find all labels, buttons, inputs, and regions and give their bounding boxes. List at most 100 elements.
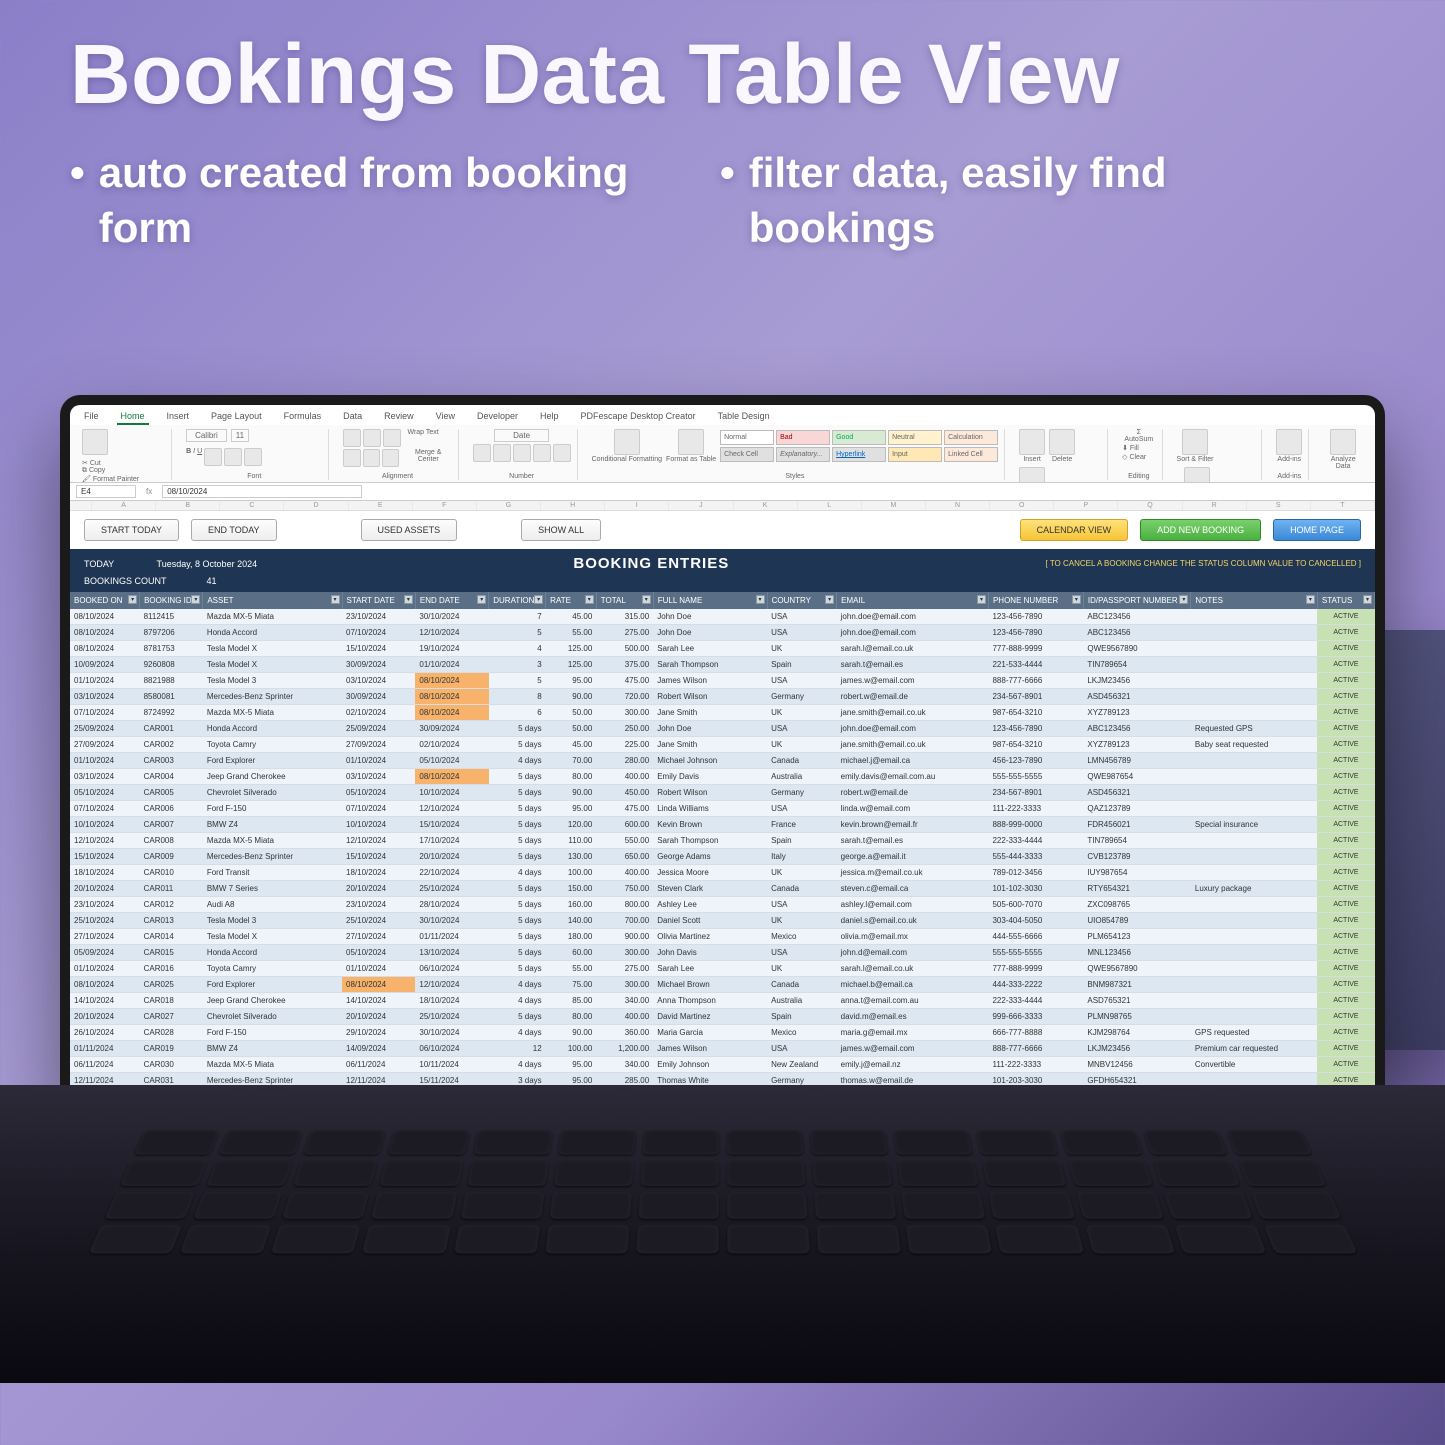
table-cell[interactable]: 90.00 — [546, 689, 597, 705]
column-letter[interactable]: D — [284, 501, 348, 510]
table-cell[interactable]: 101-102-3030 — [988, 881, 1083, 897]
table-cell[interactable]: 456-123-7890 — [988, 753, 1083, 769]
table-cell[interactable]: John Doe — [653, 625, 767, 641]
table-cell[interactable]: Tesla Model X — [203, 657, 342, 673]
find-select-icon[interactable] — [1184, 467, 1210, 483]
table-cell[interactable]: 14/10/2024 — [342, 993, 415, 1009]
table-cell[interactable]: ABC123456 — [1083, 609, 1191, 625]
table-cell[interactable]: CAR013 — [140, 913, 203, 929]
table-cell[interactable]: ACTIVE — [1317, 737, 1374, 753]
table-cell[interactable]: 300.00 — [596, 705, 653, 721]
table-row[interactable]: 27/09/2024CAR002Toyota Camry27/09/202402… — [70, 737, 1375, 753]
table-cell[interactable]: 5 days — [489, 929, 546, 945]
table-cell[interactable]: Jessica Moore — [653, 865, 767, 881]
table-cell[interactable]: 75.00 — [546, 977, 597, 993]
table-cell[interactable]: USA — [767, 721, 837, 737]
table-row[interactable]: 20/10/2024CAR027Chevrolet Silverado20/10… — [70, 1009, 1375, 1025]
filter-dropdown-icon[interactable]: ▾ — [477, 595, 486, 604]
table-cell[interactable]: 08/10/2024 — [415, 769, 488, 785]
table-cell[interactable]: 4 days — [489, 865, 546, 881]
ribbon-tab-insert[interactable]: Insert — [163, 409, 194, 425]
table-cell[interactable]: 08/10/2024 — [70, 609, 140, 625]
table-cell[interactable]: FDR456021 — [1083, 817, 1191, 833]
column-header[interactable]: STATUS▾ — [1317, 592, 1374, 609]
table-cell[interactable]: 8781753 — [140, 641, 203, 657]
table-cell[interactable]: Ford Transit — [203, 865, 342, 881]
table-row[interactable]: 08/10/20248797206Honda Accord07/10/20241… — [70, 625, 1375, 641]
cut-button[interactable]: ✂ Cut — [82, 459, 139, 467]
table-cell[interactable]: ACTIVE — [1317, 833, 1374, 849]
table-cell[interactable]: 250.00 — [596, 721, 653, 737]
table-cell[interactable]: 315.00 — [596, 609, 653, 625]
ribbon-tab-home[interactable]: Home — [117, 409, 149, 425]
table-cell[interactable]: 110.00 — [546, 833, 597, 849]
ribbon-tab-page-layout[interactable]: Page Layout — [207, 409, 266, 425]
table-cell[interactable]: ABC123456 — [1083, 625, 1191, 641]
table-cell[interactable]: 27/10/2024 — [70, 929, 140, 945]
table-cell[interactable]: 17/10/2024 — [415, 833, 488, 849]
table-cell[interactable]: 5 — [489, 625, 546, 641]
column-letter[interactable]: R — [1183, 501, 1247, 510]
table-cell[interactable]: 5 days — [489, 849, 546, 865]
table-cell[interactable]: 555-444-3333 — [988, 849, 1083, 865]
table-cell[interactable]: 27/09/2024 — [342, 737, 415, 753]
column-header[interactable]: BOOKED ON▾ — [70, 592, 140, 609]
column-letter[interactable]: P — [1054, 501, 1118, 510]
table-cell[interactable] — [1191, 609, 1318, 625]
table-cell[interactable]: ACTIVE — [1317, 897, 1374, 913]
table-cell[interactable]: 01/10/2024 — [70, 673, 140, 689]
table-cell[interactable]: olivia.m@email.mx — [837, 929, 989, 945]
table-cell[interactable]: 4 days — [489, 753, 546, 769]
table-cell[interactable]: 5 days — [489, 833, 546, 849]
column-header[interactable]: RATE▾ — [546, 592, 597, 609]
table-cell[interactable]: 15/10/2024 — [415, 817, 488, 833]
table-cell[interactable]: France — [767, 817, 837, 833]
table-cell[interactable]: ACTIVE — [1317, 881, 1374, 897]
column-header[interactable]: ASSET▾ — [203, 592, 342, 609]
table-cell[interactable]: ACTIVE — [1317, 753, 1374, 769]
table-cell[interactable]: 20/10/2024 — [342, 1009, 415, 1025]
table-cell[interactable]: Sarah Thompson — [653, 657, 767, 673]
table-cell[interactable]: ABC123456 — [1083, 721, 1191, 737]
fill-color-icon[interactable] — [224, 448, 242, 466]
table-row[interactable]: 10/10/2024CAR007BMW Z410/10/202415/10/20… — [70, 817, 1375, 833]
table-cell[interactable]: 360.00 — [596, 1025, 653, 1041]
table-cell[interactable]: Luxury package — [1191, 881, 1318, 897]
table-cell[interactable]: Linda Williams — [653, 801, 767, 817]
table-cell[interactable]: UIO854789 — [1083, 913, 1191, 929]
table-cell[interactable] — [1191, 865, 1318, 881]
table-cell[interactable]: Kevin Brown — [653, 817, 767, 833]
table-cell[interactable]: 789-012-3456 — [988, 865, 1083, 881]
table-cell[interactable]: steven.c@email.ca — [837, 881, 989, 897]
column-letter[interactable]: F — [413, 501, 477, 510]
table-cell[interactable]: 234-567-8901 — [988, 689, 1083, 705]
table-cell[interactable]: 5 days — [489, 801, 546, 817]
table-cell[interactable]: 08/10/2024 — [70, 625, 140, 641]
table-cell[interactable]: ACTIVE — [1317, 945, 1374, 961]
table-row[interactable]: 27/10/2024CAR014Tesla Model X27/10/20240… — [70, 929, 1375, 945]
table-cell[interactable]: 444-555-6666 — [988, 929, 1083, 945]
italic-button[interactable]: I — [193, 448, 195, 466]
table-cell[interactable]: TIN789654 — [1083, 657, 1191, 673]
table-cell[interactable]: Mazda MX-5 Miata — [203, 609, 342, 625]
table-row[interactable]: 05/10/2024CAR005Chevrolet Silverado05/10… — [70, 785, 1375, 801]
table-cell[interactable]: Chevrolet Silverado — [203, 1009, 342, 1025]
table-cell[interactable]: 27/09/2024 — [70, 737, 140, 753]
table-cell[interactable]: Germany — [767, 785, 837, 801]
table-cell[interactable]: PLM654123 — [1083, 929, 1191, 945]
comma-icon[interactable] — [513, 444, 531, 462]
table-cell[interactable]: Sarah Thompson — [653, 833, 767, 849]
table-cell[interactable]: 20/10/2024 — [342, 881, 415, 897]
table-cell[interactable]: 18/10/2024 — [342, 865, 415, 881]
table-cell[interactable]: 3 — [489, 657, 546, 673]
table-cell[interactable]: CAR001 — [140, 721, 203, 737]
table-cell[interactable]: 55.00 — [546, 961, 597, 977]
copy-button[interactable]: ⧉ Copy — [82, 467, 139, 475]
style-neutral[interactable]: Neutral — [888, 430, 942, 445]
currency-icon[interactable] — [473, 444, 491, 462]
table-cell[interactable]: 6 — [489, 705, 546, 721]
table-cell[interactable]: 06/10/2024 — [415, 961, 488, 977]
table-cell[interactable]: Mazda MX-5 Miata — [203, 705, 342, 721]
table-cell[interactable]: PLMN98765 — [1083, 1009, 1191, 1025]
table-cell[interactable]: 1,200.00 — [596, 1041, 653, 1057]
